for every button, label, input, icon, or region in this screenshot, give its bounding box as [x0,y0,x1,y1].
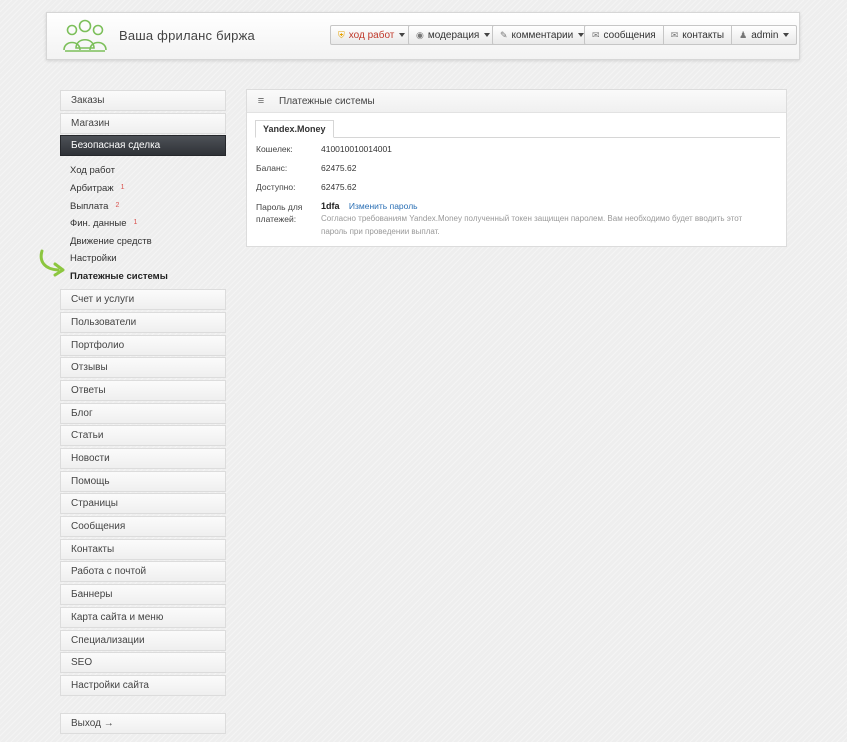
user-icon: ♟ [739,29,748,40]
shield-icon: ⛨ [338,29,345,40]
sidebar-item-billing[interactable]: Счет и услуги [60,289,226,311]
chevron-down-icon [783,33,790,37]
sidebar-item-banners[interactable]: Баннеры [60,584,226,606]
count-badge: 2 [115,201,120,209]
submenu-item-arbitration[interactable]: Арбитраж 1 [70,180,226,198]
nav-contacts-button[interactable]: ✉ контакты [663,25,733,45]
eye-icon: ◉ [416,29,424,40]
wallet-details: Кошелек: 410010010014001 Баланс: 62475.6… [256,144,786,238]
nav-admin-button[interactable]: ♟ admin [732,25,798,45]
site-title[interactable]: Ваша фриланс биржа [119,28,255,43]
password-value: 1dfa [321,201,340,211]
payment-systems-panel: ≡ Платежные системы Yandex.Money Кошелек… [246,89,787,247]
chevron-down-icon [399,33,406,37]
submenu-item-fin-data[interactable]: Фин. данные 1 [70,215,226,233]
envelope-icon: ✉ [592,29,600,40]
sidebar-item-shop[interactable]: Магазин [60,112,226,134]
submenu-item-cash-flow[interactable]: Движение средств [70,232,226,250]
tab-bar: Yandex.Money [255,119,780,138]
password-row: Пароль для платежей: 1dfa Изменить парол… [256,201,786,238]
password-hint: Согласно требованиям Yandex.Money получе… [321,214,743,236]
nav-comments-button[interactable]: ✎ комментарии [492,25,593,45]
sidebar-item-orders[interactable]: Заказы [60,90,226,111]
chevron-down-icon [484,33,491,37]
submenu-item-progress[interactable]: Ход работ [70,162,226,180]
sidebar-submenu: Ход работ Арбитраж 1 Выплата 2 Фин. данные… [60,158,226,289]
sidebar-item-sitemap[interactable]: Карта сайта и меню [60,606,226,628]
sidebar-item-contacts[interactable]: Контакты [60,538,226,560]
balance-value: 62475.62 [321,163,357,173]
sidebar-item-safe-deal[interactable]: Безопасная сделка [60,135,226,157]
available-value: 62475.62 [321,182,357,192]
nav-progress-button[interactable]: ⛨ ход работ [330,25,414,45]
envelope-icon: ✉ [670,29,679,40]
nav-dropdowns: ⛨ ход работ [330,25,414,45]
balance-row: Баланс: 62475.62 [256,163,357,173]
nav-messages-button[interactable]: ✉ сообщения [584,25,664,45]
nav-moderation-button[interactable]: ◉ модерация [408,25,499,45]
sidebar-item-site-settings[interactable]: Настройки сайта [60,674,226,696]
sidebar-item-articles[interactable]: Статьи [60,425,226,447]
sidebar-item-seo[interactable]: SEO [60,652,226,674]
sidebar-item-portfolio[interactable]: Портфолио [60,334,226,356]
sidebar-item-users[interactable]: Пользователи [60,311,226,333]
sidebar-item-specializations[interactable]: Специализации [60,629,226,651]
pencil-icon: ✎ [500,29,508,40]
wallet-value: 410010010014001 [321,144,392,154]
sidebar: Заказы Магазин Безопасная сделка Ход раб… [60,90,226,736]
nav-comments-group: ✎ комментарии [492,25,593,45]
sidebar-item-mail[interactable]: Работа с почтой [60,561,226,583]
available-row: Доступно: 62475.62 [256,182,357,192]
panel-header: ≡ Платежные системы [247,90,786,113]
panel-title: Платежные системы [279,95,375,107]
top-header: Ваша фриланс биржа ⛨ ход работ ◉ модерац… [46,12,800,60]
nav-moderation-group: ◉ модерация [408,25,499,45]
arrow-pointer-icon [39,249,65,277]
sidebar-item-news[interactable]: Новости [60,448,226,470]
sidebar-item-messages[interactable]: Сообщения [60,516,226,538]
sidebar-item-pages[interactable]: Страницы [60,493,226,515]
logout-button[interactable]: Выход → [60,712,226,734]
submenu-item-payment-systems[interactable]: Платежные системы [70,268,226,286]
sidebar-item-blog[interactable]: Блог [60,402,226,424]
logo-icon[interactable] [61,18,109,54]
sidebar-item-answers[interactable]: Ответы [60,379,226,401]
sidebar-item-reviews[interactable]: Отзывы [60,357,226,379]
submenu-item-settings[interactable]: Настройки [70,250,226,268]
nav-joined-group: ✉ сообщения ✉ контакты ♟ admin [584,25,798,45]
change-password-link[interactable]: Изменить пароль [349,201,418,211]
count-badge: 1 [133,219,138,227]
wallet-row: Кошелек: 410010010014001 [256,144,392,154]
tab-yandex-money[interactable]: Yandex.Money [255,120,334,138]
count-badge: 1 [120,183,125,191]
submenu-item-payout[interactable]: Выплата 2 [70,197,226,215]
sidebar-item-help[interactable]: Помощь [60,470,226,492]
menu-icon[interactable]: ≡ [247,95,275,107]
